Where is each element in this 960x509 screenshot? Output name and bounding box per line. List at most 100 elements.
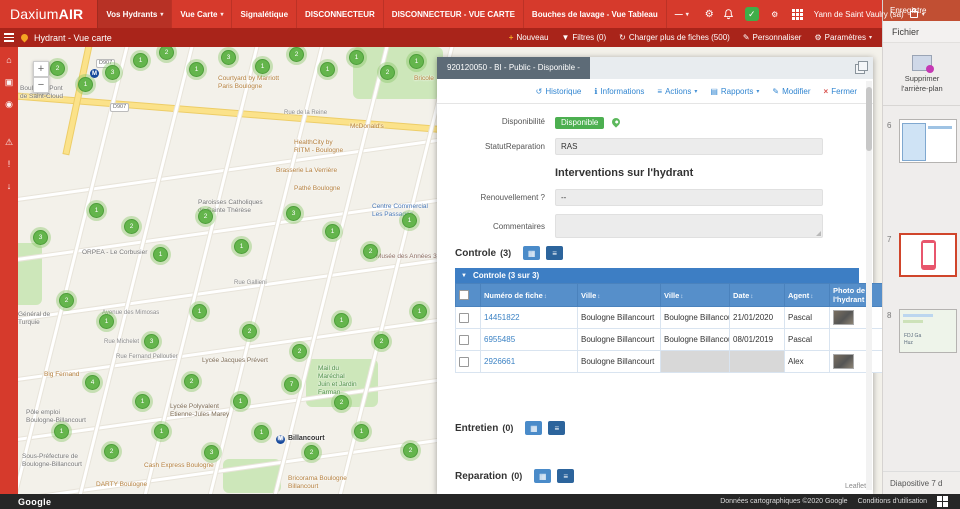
cluster-marker[interactable]: 1 xyxy=(51,421,72,442)
record-link[interactable]: 2926661 xyxy=(484,357,515,366)
panel-action-rapports[interactable]: ▤ Rapports ▾ xyxy=(710,87,759,96)
text-input[interactable]: RAS xyxy=(555,138,823,155)
apps-grid-icon[interactable] xyxy=(791,7,805,21)
row-checkbox[interactable] xyxy=(459,312,469,323)
alert-icon[interactable]: ! xyxy=(8,160,11,169)
column-header-ville[interactable]: Ville↕ xyxy=(660,283,730,307)
nav-item-bouches-de-lavage-vue-tableau[interactable]: Bouches de lavage - Vue Tableau xyxy=(522,0,666,28)
cluster-marker[interactable]: 1 xyxy=(252,56,273,77)
nav-item-disconnecteur-vue-carte[interactable]: DISCONNECTEUR - VUE CARTE xyxy=(382,0,523,28)
cluster-marker[interactable]: 1 xyxy=(186,59,207,80)
zoom-in-button[interactable]: + xyxy=(33,61,49,77)
cluster-marker[interactable]: 1 xyxy=(322,221,343,242)
panel-action-fermer[interactable]: × Fermer xyxy=(824,87,857,96)
nav-item-disconnecteur[interactable]: DISCONNECTEUR xyxy=(296,0,383,28)
cluster-marker[interactable]: 2 xyxy=(47,58,68,79)
settings-gear-icon[interactable]: ⚙ xyxy=(768,7,782,21)
panel-scrollbar[interactable] xyxy=(866,81,872,490)
cluster-marker[interactable]: 1 xyxy=(151,421,172,442)
panel-scrollbar-thumb[interactable] xyxy=(866,87,872,151)
comment-textarea[interactable] xyxy=(555,214,823,238)
cluster-marker[interactable]: 1 xyxy=(331,310,352,331)
row-checkbox[interactable] xyxy=(459,356,469,367)
cluster-marker[interactable]: 1 xyxy=(96,311,117,332)
table-view-toggle[interactable]: ▦ xyxy=(523,246,541,260)
hamburger-menu-icon[interactable] xyxy=(4,33,14,42)
cluster-marker[interactable]: 2 xyxy=(56,290,77,311)
cluster-marker[interactable]: 1 xyxy=(189,301,210,322)
table-view-toggle[interactable]: ▦ xyxy=(534,469,552,483)
location-icon[interactable]: ◉ xyxy=(5,100,13,109)
column-header-photo-de-l-hydrant[interactable]: Photo de l'hydrant↕ xyxy=(829,283,885,307)
cluster-marker[interactable]: 4 xyxy=(82,372,103,393)
cluster-marker[interactable]: 2 xyxy=(286,47,307,65)
ppt-remove-background-button[interactable]: Supprimer l'arrière-plan xyxy=(883,43,960,106)
cluster-marker[interactable]: 1 xyxy=(86,200,107,221)
cluster-marker[interactable]: 1 xyxy=(409,301,430,322)
row-checkbox[interactable] xyxy=(459,334,469,345)
cluster-marker[interactable]: 1 xyxy=(132,391,153,412)
column-header-agent[interactable]: Agent↕ xyxy=(784,283,830,307)
panel-action-informations[interactable]: ℹ Informations xyxy=(594,87,644,96)
record-link[interactable]: 14451822 xyxy=(484,313,520,322)
hydrant-photo-thumbnail[interactable] xyxy=(833,310,854,325)
app-logo[interactable]: DaxiumAIR xyxy=(0,6,97,22)
cluster-marker[interactable]: 1 xyxy=(251,422,272,443)
list-view-toggle[interactable]: ≡ xyxy=(548,421,566,435)
cluster-marker[interactable]: 2 xyxy=(301,442,322,463)
cluster-marker[interactable]: 1 xyxy=(346,47,367,68)
cluster-marker[interactable]: 2 xyxy=(101,441,122,462)
cluster-marker[interactable]: 2 xyxy=(239,321,260,342)
cluster-marker[interactable]: 1 xyxy=(130,50,151,71)
warning-icon[interactable]: ⚠ xyxy=(5,138,13,147)
windows-start-button[interactable] xyxy=(937,496,948,507)
cluster-marker[interactable]: 7 xyxy=(281,374,302,395)
hydrant-photo-thumbnail[interactable] xyxy=(833,354,854,369)
ppt-file-tab[interactable]: Fichier xyxy=(883,21,960,43)
cluster-marker[interactable]: 1 xyxy=(150,244,171,265)
cluster-marker[interactable]: 1 xyxy=(231,236,252,257)
cluster-marker[interactable]: 2 xyxy=(377,62,398,83)
cluster-marker[interactable]: 1 xyxy=(230,391,251,412)
slide-thumbnail-8[interactable]: FDJ Ga Huz xyxy=(899,309,957,353)
cluster-marker[interactable]: 2 xyxy=(156,47,177,63)
cluster-marker[interactable]: 1 xyxy=(399,210,420,231)
bell-icon[interactable] xyxy=(722,7,736,21)
record-tab[interactable]: 920120050 - BI - Public - Disponible - xyxy=(437,57,590,79)
panel-action-historique[interactable]: ↺ Historique xyxy=(536,87,582,96)
cluster-marker[interactable]: 2 xyxy=(400,440,421,461)
record-link[interactable]: 6955485 xyxy=(484,335,515,344)
cluster-marker[interactable]: 1 xyxy=(351,421,372,442)
cluster-marker[interactable]: 3 xyxy=(30,227,51,248)
cluster-marker[interactable]: 1 xyxy=(406,51,427,72)
cluster-marker[interactable]: 2 xyxy=(121,216,142,237)
nav-item-item[interactable]: — ▾ xyxy=(665,0,697,28)
nav-item-vue-carte[interactable]: Vue Carte ▾ xyxy=(171,0,231,28)
cluster-marker[interactable]: 3 xyxy=(141,331,162,352)
cluster-marker[interactable]: 3 xyxy=(102,62,123,83)
toolbar-action-personnaliser[interactable]: ✎ Personnaliser xyxy=(743,33,802,42)
nav-gear-icon[interactable]: ⚙ xyxy=(697,9,722,20)
download-icon[interactable]: ↓ xyxy=(7,182,12,191)
slide-thumbnail-7[interactable] xyxy=(899,233,957,277)
controle-table-header-band[interactable]: ▼ Controle (3 sur 3) xyxy=(455,268,859,283)
leaflet-attribution[interactable]: Leaflet xyxy=(845,483,866,490)
column-header-num-ro-de-fiche[interactable]: Numéro de fiche↕ xyxy=(480,283,578,307)
cluster-marker[interactable]: 3 xyxy=(201,442,222,463)
cluster-marker[interactable]: 3 xyxy=(218,47,239,68)
toolbar-action-param-tres[interactable]: ⚙ Paramètres ▾ xyxy=(814,33,872,42)
cluster-marker[interactable]: 2 xyxy=(360,241,381,262)
toolbar-action-nouveau[interactable]: + Nouveau xyxy=(509,33,549,42)
column-header-ville[interactable]: Ville↕ xyxy=(577,283,661,307)
green-app-icon[interactable]: ✓ xyxy=(744,7,759,21)
cluster-marker[interactable]: 2 xyxy=(195,206,216,227)
panel-action-modifier[interactable]: ✎ Modifier xyxy=(772,87,810,96)
user-menu[interactable]: Yann de Saint Vaulry (sa) ▾ xyxy=(814,7,925,19)
zoom-out-button[interactable]: − xyxy=(33,77,49,93)
cluster-marker[interactable]: 1 xyxy=(317,59,338,80)
column-header-date[interactable]: Date↕ xyxy=(729,283,785,307)
slide-thumbnail-6[interactable] xyxy=(899,119,957,163)
cluster-marker[interactable]: 2 xyxy=(181,371,202,392)
cluster-marker[interactable]: 2 xyxy=(371,331,392,352)
layers-icon[interactable] xyxy=(855,61,868,74)
